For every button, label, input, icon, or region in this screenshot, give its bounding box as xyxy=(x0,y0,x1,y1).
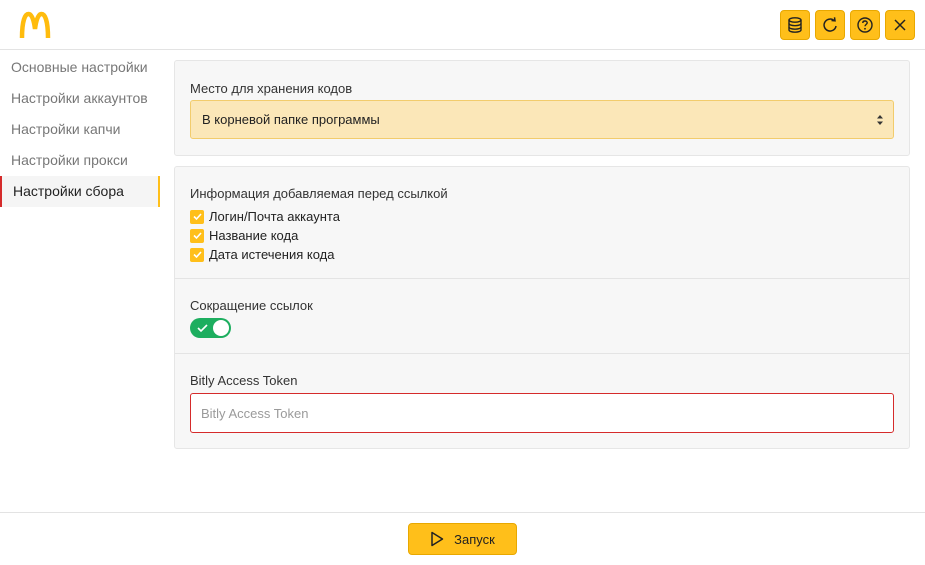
bitly-token-input[interactable] xyxy=(190,393,894,433)
database-icon xyxy=(788,17,802,33)
checkbox-checked-icon xyxy=(190,228,204,243)
toggle-knob xyxy=(213,320,229,336)
shortening-label: Сокращение ссылок xyxy=(190,298,313,313)
close-button[interactable] xyxy=(885,10,915,40)
database-button[interactable] xyxy=(780,10,810,40)
sidebar-item-captcha[interactable]: Настройки капчи xyxy=(0,114,160,145)
run-button[interactable]: Запуск xyxy=(408,523,517,555)
checkbox-checked-icon xyxy=(190,209,204,224)
help-icon xyxy=(857,17,873,33)
storage-select-value: В корневой папке программы xyxy=(202,112,380,127)
sidebar-item-general[interactable]: Основные настройки xyxy=(0,52,160,83)
divider xyxy=(175,278,909,279)
app-header xyxy=(0,0,925,50)
play-icon xyxy=(431,531,444,547)
settings-sidebar: Основные настройки Настройки аккаунтов Н… xyxy=(0,52,160,207)
checkbox-expiry-date-label: Дата истечения кода xyxy=(209,247,335,262)
checkbox-code-name[interactable]: Название кода xyxy=(190,228,298,243)
storage-label: Место для хранения кодов xyxy=(190,81,353,96)
footer-bar: Запуск xyxy=(0,512,925,565)
sidebar-item-collection[interactable]: Настройки сбора xyxy=(0,176,160,207)
checkbox-expiry-date[interactable]: Дата истечения кода xyxy=(190,247,334,262)
link-info-label: Информация добавляемая перед ссылкой xyxy=(190,186,448,201)
checkbox-checked-icon xyxy=(190,247,204,262)
close-icon xyxy=(894,19,906,31)
checkbox-login[interactable]: Логин/Почта аккаунта xyxy=(190,209,340,224)
storage-panel: Место для хранения кодов В корневой папк… xyxy=(174,60,910,156)
sidebar-item-proxy[interactable]: Настройки прокси xyxy=(0,145,160,176)
select-arrows-icon xyxy=(877,115,883,125)
refresh-icon xyxy=(823,17,837,32)
help-button[interactable] xyxy=(850,10,880,40)
storage-select[interactable]: В корневой папке программы xyxy=(190,100,894,139)
mcdonalds-arches-logo xyxy=(19,11,51,39)
collection-settings-panel: Информация добавляемая перед ссылкой Лог… xyxy=(174,166,910,449)
refresh-button[interactable] xyxy=(815,10,845,40)
checkbox-login-label: Логин/Почта аккаунта xyxy=(209,209,340,224)
run-button-label: Запуск xyxy=(454,531,495,547)
bitly-label: Bitly Access Token xyxy=(190,373,298,388)
shortening-toggle[interactable] xyxy=(190,318,231,338)
header-toolbar xyxy=(780,10,915,40)
check-icon xyxy=(197,324,208,333)
divider xyxy=(175,353,909,354)
checkbox-code-name-label: Название кода xyxy=(209,228,299,243)
sidebar-item-accounts[interactable]: Настройки аккаунтов xyxy=(0,83,160,114)
